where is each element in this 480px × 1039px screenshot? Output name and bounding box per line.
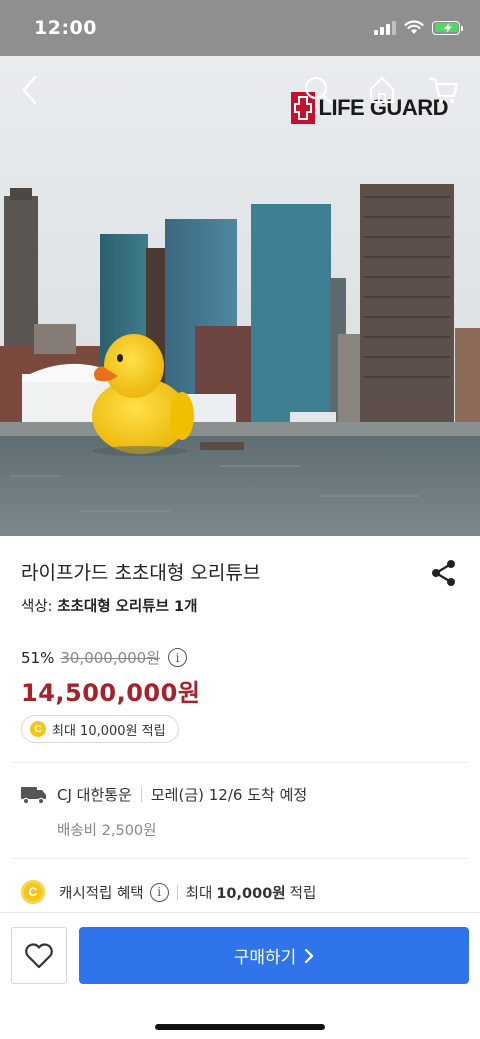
signal-icon	[374, 20, 396, 35]
price-row: 51% 30,000,000원 i	[21, 647, 188, 668]
cart-button[interactable]	[424, 70, 464, 110]
original-price: 30,000,000원	[60, 649, 161, 667]
wishlist-button[interactable]	[11, 927, 67, 984]
delivery-info: CJ 대한통운 모레(금) 12/6 도착 예정	[21, 784, 307, 805]
home-button[interactable]	[362, 70, 402, 110]
shipping-fee: 배송비 2,500원	[57, 823, 157, 839]
heart-icon	[25, 942, 53, 968]
info-icon[interactable]: i	[149, 882, 169, 902]
arrival-estimate: 모레(금) 12/6 도착 예정	[150, 786, 308, 804]
share-icon	[432, 560, 455, 586]
status-icons	[374, 20, 463, 35]
info-icon[interactable]: i	[168, 648, 188, 667]
cashback-suffix: 적립	[289, 885, 317, 902]
cashback-prefix: 최대	[185, 885, 213, 902]
cashback-amount: 10,000원	[216, 885, 286, 902]
sale-price: 14,500,000원	[21, 679, 201, 707]
selected-option: 색상: 초초대형 오리튜브 1개	[21, 595, 197, 616]
discount-rate: 51%	[21, 648, 55, 667]
coin-icon: C	[21, 880, 45, 904]
separator	[140, 787, 142, 802]
wifi-icon	[404, 20, 424, 34]
battery-icon	[432, 20, 463, 35]
product-image	[0, 56, 480, 536]
coin-icon: C	[30, 721, 46, 737]
home-indicator	[155, 1024, 325, 1030]
bottom-purchase-bar: 구매하기	[0, 912, 480, 1039]
cashback-label: 캐시적립 혜택	[59, 885, 144, 902]
courier-name: CJ 대한통운	[57, 786, 132, 804]
buy-button-label: 구매하기	[233, 948, 297, 968]
points-badge-label: 최대 10,000원 적립	[52, 723, 166, 739]
buy-button[interactable]: 구매하기	[79, 927, 469, 984]
cashback-benefit: C 캐시적립 혜택 i 최대 10,000원 적립	[21, 880, 316, 904]
home-icon	[369, 76, 395, 104]
share-button[interactable]	[430, 558, 458, 588]
search-button[interactable]	[298, 70, 338, 110]
cart-icon	[428, 77, 459, 103]
separator	[176, 884, 178, 900]
points-badge: C 최대 10,000원 적립	[21, 715, 179, 743]
product-title: 라이프가드 초초대형 오리튜브	[21, 562, 261, 584]
search-icon	[304, 76, 333, 105]
divider	[12, 762, 468, 763]
chevron-right-icon	[305, 948, 314, 963]
divider	[12, 858, 468, 859]
back-icon	[22, 75, 37, 105]
truck-icon	[21, 786, 46, 804]
option-label: 색상:	[21, 599, 53, 615]
back-button[interactable]	[10, 70, 50, 110]
option-value: 초초대형 오리튜브 1개	[57, 599, 198, 615]
status-time: 12:00	[34, 17, 97, 39]
image-nav-bar	[0, 56, 480, 126]
status-bar: 12:00	[0, 0, 480, 56]
